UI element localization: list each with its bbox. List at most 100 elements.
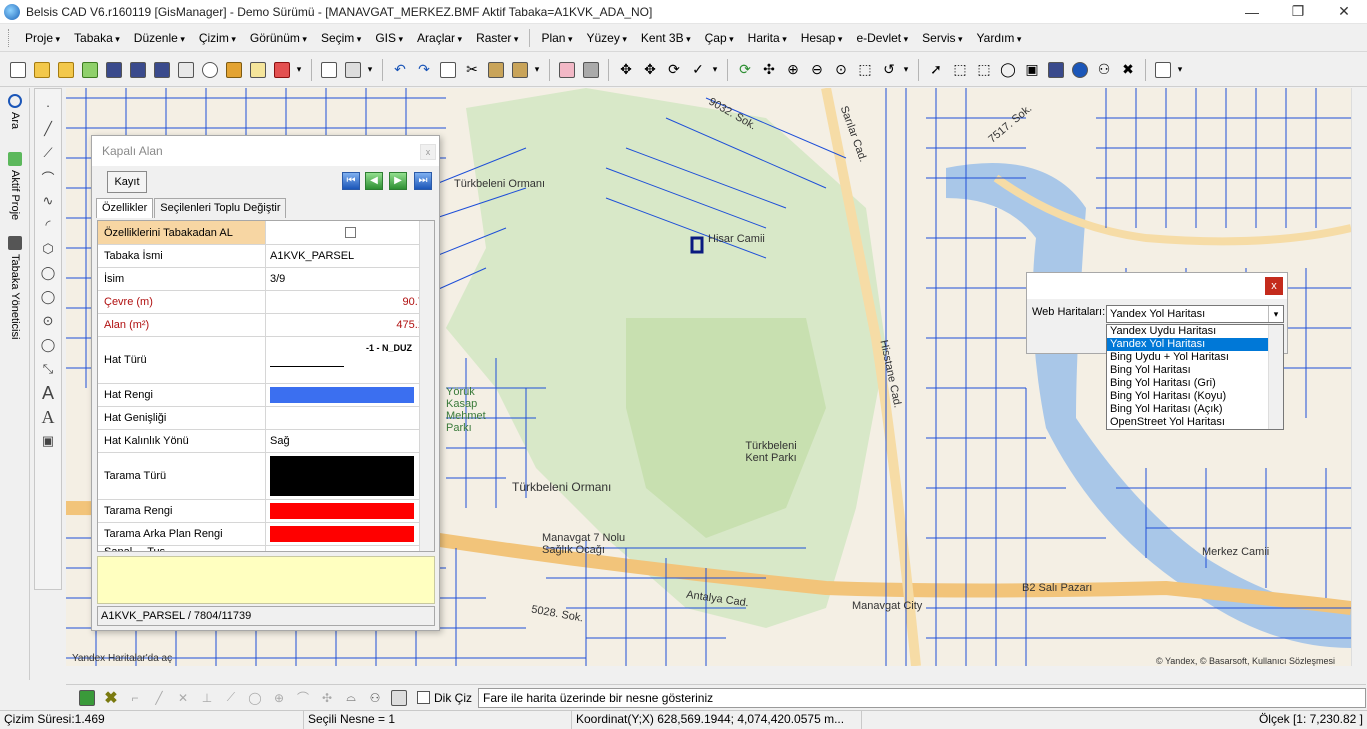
circle-icon[interactable]: ◯ — [38, 262, 58, 284]
circle-center-icon[interactable]: ⊙ — [38, 310, 58, 332]
next-record-button[interactable]: ▶ — [389, 172, 407, 190]
grid-scrollbar[interactable] — [419, 221, 434, 551]
table-row[interactable]: İsim 3/9 — [98, 268, 434, 291]
snap-node-icon[interactable]: ✣ — [316, 687, 338, 709]
menu-harita[interactable]: Harita — [741, 31, 794, 45]
select-crossing-icon[interactable]: ⬚ — [973, 59, 995, 81]
properties-close-button[interactable]: x — [420, 144, 436, 160]
eraser-icon[interactable] — [556, 59, 578, 81]
property-value[interactable] — [266, 546, 434, 551]
close-button[interactable]: ✕ — [1321, 0, 1367, 24]
dropdown-scrollbar[interactable] — [1268, 325, 1283, 429]
pan-icon[interactable]: ✣ — [758, 59, 780, 81]
move-icon[interactable]: ✥ — [615, 59, 637, 81]
table-row[interactable]: Hat Türü -1 - N_DUZ — [98, 337, 434, 384]
help-icon[interactable] — [1069, 59, 1091, 81]
snap-midpoint-icon[interactable]: ╱ — [148, 687, 170, 709]
google-map-icon[interactable] — [175, 59, 197, 81]
layer-color-icon[interactable] — [76, 687, 98, 709]
menu-gorunum[interactable]: Görünüm — [243, 31, 314, 45]
select-circle-icon[interactable]: ◯ — [997, 59, 1019, 81]
menu-kent3b[interactable]: Kent 3B — [634, 31, 698, 45]
zoom-in-icon[interactable]: ⊕ — [782, 59, 804, 81]
menu-hesap[interactable]: Hesap — [794, 31, 850, 45]
snap-circle-icon[interactable]: ◯ — [244, 687, 266, 709]
paste-icon[interactable] — [485, 59, 507, 81]
table-row[interactable]: Hat Kalınlık Yönü Sağ — [98, 430, 434, 453]
tab-tabaka-yoneticisi[interactable]: Tabaka Yöneticisi — [6, 236, 24, 339]
menu-secim[interactable]: Seçim — [314, 31, 368, 45]
delete-file-icon[interactable] — [271, 59, 293, 81]
toolbar-dropdown[interactable]: ▾ — [294, 64, 304, 75]
redo-icon[interactable]: ↷ — [413, 59, 435, 81]
toolbar-dropdown[interactable]: ▾ — [365, 64, 375, 75]
snap-settings-icon[interactable]: ⚇ — [364, 687, 386, 709]
open-recent-icon[interactable] — [55, 59, 77, 81]
property-checkbox[interactable] — [266, 221, 434, 244]
text-icon[interactable]: A — [38, 382, 58, 404]
description-area[interactable] — [97, 556, 435, 604]
tab-aktif-proje[interactable]: Aktif Proje — [6, 152, 24, 220]
target-icon[interactable] — [199, 59, 221, 81]
select-window-icon[interactable]: ⬚ — [949, 59, 971, 81]
table-row[interactable]: Hat Rengi — [98, 384, 434, 407]
arc-polyline-icon[interactable]: ⌒ — [38, 166, 58, 188]
curve-icon[interactable]: ◜ — [38, 214, 58, 236]
zoom-window-icon[interactable]: ⬚ — [854, 59, 876, 81]
find-icon[interactable]: ⚇ — [1093, 59, 1115, 81]
spline-icon[interactable]: ∿ — [38, 190, 58, 212]
dropdown-option[interactable]: Yandex Uydu Haritası — [1107, 325, 1283, 338]
table-row[interactable]: Özelliklerini Tabakadan AL — [98, 221, 434, 245]
trim-icon[interactable]: ✓ — [687, 59, 709, 81]
snap-endpoint-icon[interactable]: ⌐ — [124, 687, 146, 709]
snap-intersection-icon[interactable]: ✕ — [172, 687, 194, 709]
trash-icon[interactable] — [580, 59, 602, 81]
table-row[interactable]: Hat Genişliği 2 — [98, 407, 434, 430]
dik-ciz-checkbox[interactable] — [417, 691, 430, 704]
select-all-icon[interactable]: ▣ — [1021, 59, 1043, 81]
new-file-icon[interactable] — [7, 59, 29, 81]
open-folder-icon[interactable] — [31, 59, 53, 81]
prev-record-button[interactable]: ◀ — [365, 172, 383, 190]
web-maps-close-button[interactable]: x — [1265, 277, 1283, 295]
snap-center-icon[interactable]: ⊕ — [268, 687, 290, 709]
add-folder-icon[interactable] — [79, 59, 101, 81]
cancel-command-icon[interactable]: ✖ — [100, 687, 122, 709]
menu-yardim[interactable]: Yardım — [970, 31, 1029, 45]
copy-icon[interactable] — [437, 59, 459, 81]
circle-tangent-icon[interactable]: ◯ — [38, 334, 58, 356]
dimension-icon[interactable]: ⤡ — [38, 358, 58, 380]
image-icon[interactable]: ▣ — [38, 430, 58, 452]
zoom-previous-icon[interactable]: ↺ — [878, 59, 900, 81]
refresh-icon[interactable]: ⟳ — [734, 59, 756, 81]
snap-perpendicular-icon[interactable]: ⊥ — [196, 687, 218, 709]
tab-toplu-degistir[interactable]: Seçilenleri Toplu Değiştir — [154, 198, 287, 218]
property-value[interactable]: 2 — [266, 407, 434, 429]
print-icon[interactable] — [342, 59, 364, 81]
text-style-icon[interactable]: A — [38, 406, 58, 428]
menu-araclar[interactable]: Araçlar — [410, 31, 469, 45]
line-icon[interactable]: ╱ — [38, 118, 58, 140]
table-row[interactable]: Tarama Türü — [98, 453, 434, 500]
zoom-extents-icon[interactable]: ⊙ — [830, 59, 852, 81]
dropdown-option[interactable]: Bing Yol Haritası (Gri) — [1107, 377, 1283, 390]
yandex-open-link[interactable]: Yandex Haritalar'da aç — [72, 653, 172, 664]
menu-servis[interactable]: Servis — [915, 31, 969, 45]
menu-tabaka[interactable]: Tabaka — [67, 31, 127, 45]
toolbar-dropdown[interactable]: ▾ — [532, 64, 542, 75]
toolbar-dropdown[interactable]: ▾ — [901, 64, 911, 75]
cut-icon[interactable]: ✂ — [461, 59, 483, 81]
ruler-icon[interactable] — [1152, 59, 1174, 81]
menu-proje[interactable]: Proje — [18, 31, 67, 45]
table-row[interactable]: Sanal ... Tuş — [98, 546, 434, 551]
rotate-icon[interactable]: ⟳ — [663, 59, 685, 81]
circle-3p-icon[interactable]: ◯ — [38, 286, 58, 308]
first-record-button[interactable]: ⏮ — [342, 172, 360, 190]
print-preview-icon[interactable] — [318, 59, 340, 81]
map-vertical-scrollbar[interactable] — [1351, 88, 1367, 666]
menu-cizim[interactable]: Çizim — [192, 31, 243, 45]
zoom-out-icon[interactable]: ⊖ — [806, 59, 828, 81]
save-icon[interactable] — [103, 59, 125, 81]
menu-grip[interactable] — [8, 29, 12, 47]
tarama-arka-swatch[interactable] — [266, 523, 434, 545]
